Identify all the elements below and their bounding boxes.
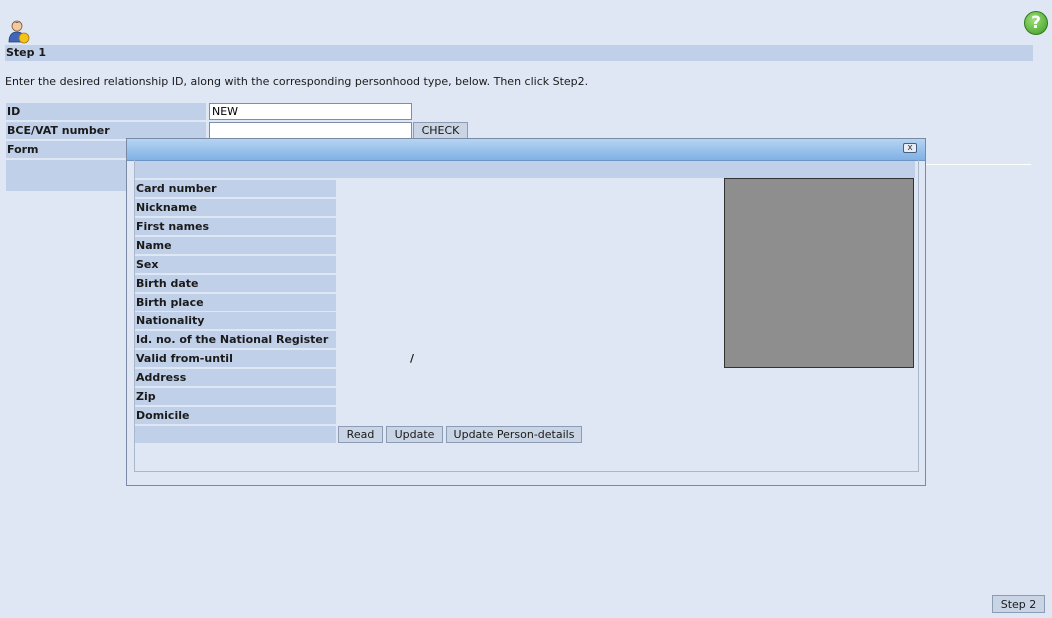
step1-header: Step 1: [5, 45, 1033, 61]
field-label: Address: [135, 369, 336, 386]
id-input[interactable]: [209, 103, 412, 120]
update-person-details-button[interactable]: Update Person-details: [446, 426, 582, 443]
divider-line: [926, 164, 1031, 165]
field-label: Name: [135, 237, 336, 254]
field-label: First names: [135, 218, 336, 235]
field-label: Id. no. of the National Register: [135, 331, 336, 348]
field-label: Zip: [135, 388, 336, 405]
field-value: /: [410, 352, 415, 365]
dialog-title-bar[interactable]: x: [127, 139, 925, 161]
vat-input[interactable]: [209, 122, 412, 139]
buttons-row-label: [135, 426, 336, 443]
field-label: Valid from-until: [135, 350, 336, 367]
id-label: ID: [6, 103, 206, 120]
field-label: Birth place: [135, 294, 336, 311]
step2-button[interactable]: Step 2: [992, 595, 1045, 613]
help-icon[interactable]: ?: [1024, 11, 1048, 35]
field-label: Nickname: [135, 199, 336, 216]
user-icon: [8, 20, 30, 44]
dialog-header-bar: [135, 161, 915, 178]
vat-label: BCE/VAT number: [6, 122, 206, 139]
check-button[interactable]: CHECK: [413, 122, 468, 139]
form-row-filler: [6, 160, 126, 191]
update-button[interactable]: Update: [386, 426, 443, 443]
field-label: Nationality: [135, 312, 336, 329]
close-icon[interactable]: x: [903, 143, 917, 153]
read-button[interactable]: Read: [338, 426, 383, 443]
field-label: Sex: [135, 256, 336, 273]
photo-placeholder: [724, 178, 914, 368]
instruction-text: Enter the desired relationship ID, along…: [5, 75, 589, 88]
field-label: Card number: [135, 180, 336, 197]
field-label: Domicile: [135, 407, 336, 424]
field-label: Birth date: [135, 275, 336, 292]
